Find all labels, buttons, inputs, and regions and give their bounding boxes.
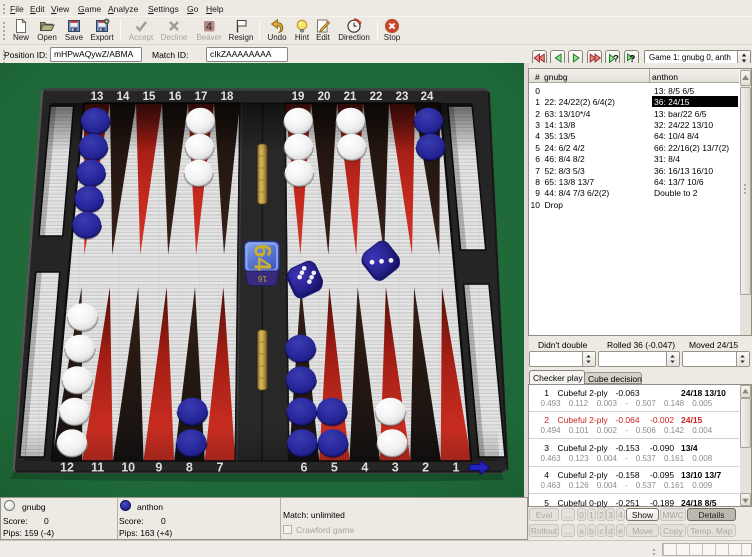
svg-text:8: 8: [186, 461, 193, 475]
svg-text:9: 9: [155, 461, 162, 475]
svg-text:13: 13: [91, 91, 104, 103]
svg-text:18: 18: [221, 91, 234, 103]
svg-text:15: 15: [143, 91, 156, 103]
svg-text:5: 5: [331, 461, 338, 475]
svg-text:6: 6: [301, 461, 308, 475]
svg-text:19: 19: [292, 91, 305, 103]
svg-text:16: 16: [258, 274, 268, 284]
svg-text:11: 11: [91, 461, 104, 475]
svg-text:22: 22: [370, 91, 383, 103]
svg-text:23: 23: [396, 91, 409, 103]
svg-text:4: 4: [206, 21, 213, 33]
svg-text:12: 12: [60, 461, 74, 475]
svg-text:24: 24: [421, 91, 434, 103]
svg-text:64: 64: [249, 244, 276, 271]
svg-text:10: 10: [121, 461, 135, 475]
svg-text:17: 17: [195, 91, 208, 103]
svg-text:16: 16: [169, 91, 182, 103]
svg-text:7: 7: [217, 461, 224, 475]
svg-text:14: 14: [117, 91, 130, 103]
svg-text:1: 1: [453, 461, 460, 475]
svg-text:4: 4: [361, 461, 368, 475]
svg-text:21: 21: [344, 91, 357, 103]
svg-text:20: 20: [318, 91, 331, 103]
svg-text:3: 3: [392, 461, 399, 475]
svg-text:2: 2: [422, 461, 429, 475]
